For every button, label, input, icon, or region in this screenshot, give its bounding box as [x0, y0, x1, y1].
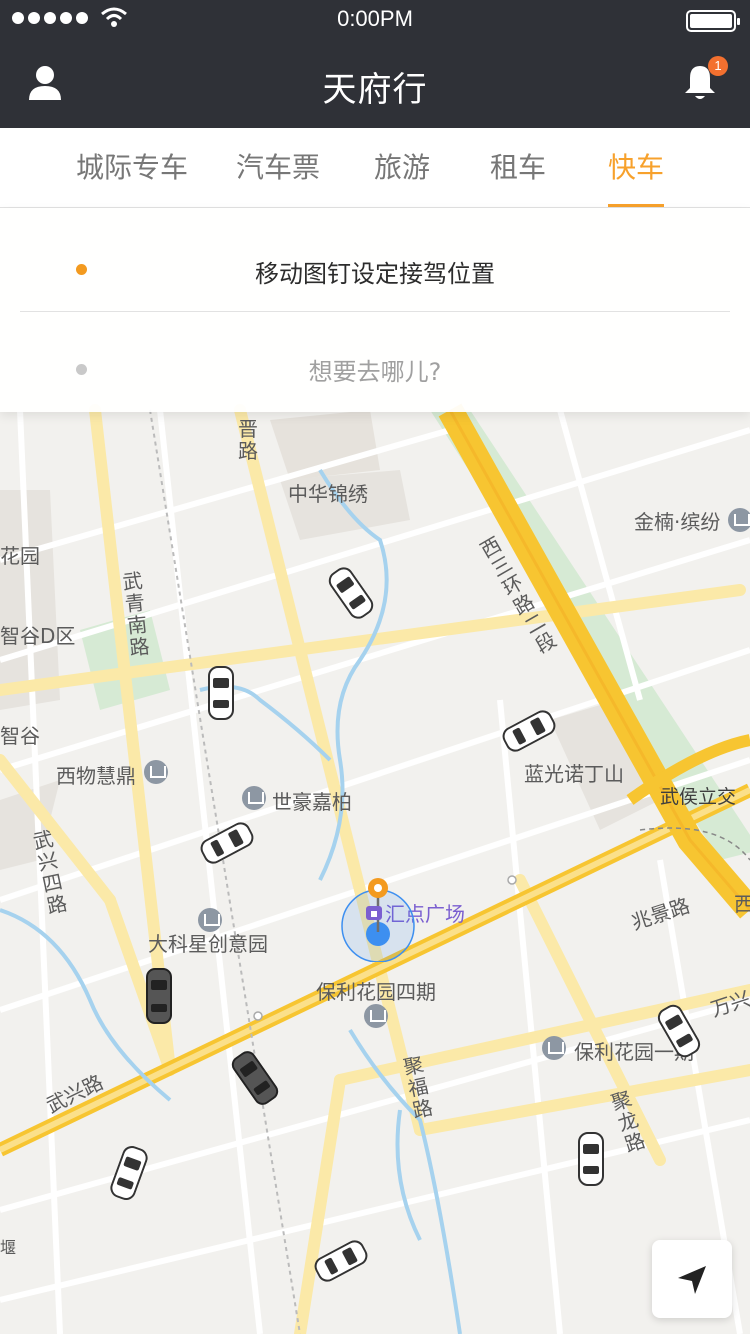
navigation-arrow-icon: [678, 1266, 706, 1294]
tab-car-rental[interactable]: 租车: [490, 128, 546, 208]
status-time: 0:00PM: [337, 6, 413, 31]
service-tabs: 城际专车 汽车票 旅游 租车 快车: [0, 128, 750, 208]
map-label: 大科星创意园: [148, 932, 268, 956]
map-label: 武侯立交: [660, 786, 737, 808]
map-label: 堰: [0, 1238, 17, 1257]
building-icon: [728, 508, 750, 532]
map-label: 西物慧鼎: [56, 764, 136, 788]
status-bar: 0:00PM: [0, 0, 750, 40]
map-label: 金楠·缤纷: [634, 510, 721, 534]
destination-input[interactable]: 想要去哪儿?: [0, 314, 750, 412]
map-label: 智谷D区: [0, 624, 76, 648]
battery-icon: [686, 10, 740, 32]
divider: [20, 311, 730, 312]
tab-bus-ticket[interactable]: 汽车票: [236, 128, 320, 208]
page-title: 天府行: [322, 70, 428, 110]
car-icon: [208, 666, 234, 720]
pickup-text: 移动图钉设定接驾位置: [255, 260, 495, 288]
tab-travel[interactable]: 旅游: [374, 128, 430, 208]
notification-badge: 1: [708, 56, 728, 76]
map-label: 花园: [0, 544, 40, 568]
car-icon: [146, 968, 172, 1024]
map-label: 中华锦绣: [288, 482, 368, 506]
map-pin-icon: [366, 906, 382, 920]
map-label: 蓝光诺丁山: [524, 762, 624, 786]
nav-bar: 天府行 1: [0, 40, 750, 128]
house-icon: [542, 1036, 566, 1060]
tab-intercity[interactable]: 城际专车: [76, 128, 188, 208]
map-label: 西: [734, 892, 750, 916]
pickup-row[interactable]: 移动图钉设定接驾位置: [0, 216, 750, 314]
house-icon: [364, 1004, 388, 1028]
map-label: 晋路: [238, 417, 258, 463]
map-label: 保利花园四期: [316, 980, 436, 1004]
destination-placeholder: 想要去哪儿?: [308, 358, 442, 386]
house-icon: [242, 786, 266, 810]
tab-express[interactable]: 快车: [608, 128, 664, 208]
locate-button[interactable]: [652, 1240, 732, 1318]
map-label: 智谷: [0, 724, 40, 748]
notifications-button[interactable]: 1: [682, 56, 728, 104]
building-icon: [144, 760, 168, 784]
map-label: 世豪嘉柏: [272, 790, 352, 814]
app-header: 0:00PM 天府行 1: [0, 0, 750, 128]
booking-card: 移动图钉设定接驾位置 想要去哪儿?: [0, 208, 750, 412]
car-icon: [578, 1132, 604, 1186]
